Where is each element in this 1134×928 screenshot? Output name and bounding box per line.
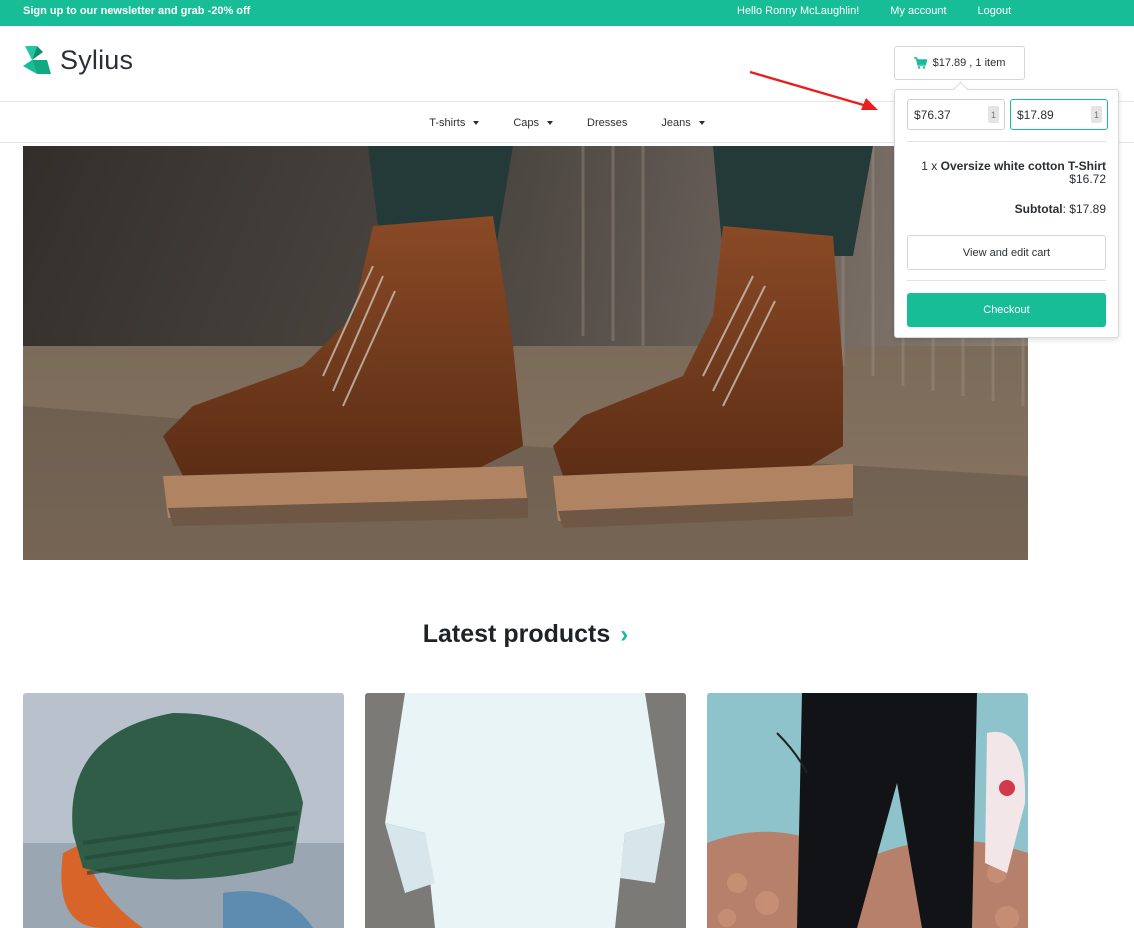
product-card[interactable] [707, 693, 1028, 928]
nav-item-label: Caps [513, 116, 540, 129]
logo-text: Sylius [60, 44, 134, 75]
item-price: $16.72 [1069, 172, 1106, 186]
price-field-active[interactable]: $17.89 1 [1010, 99, 1108, 130]
user-greeting: Hello Ronny McLaughlin! [737, 5, 860, 17]
divider [907, 141, 1106, 142]
section-title: Latest products [422, 620, 611, 648]
cart-line-item: 1 x Oversize white cotton T-Shirt $16.72 [921, 160, 1106, 186]
cart-popup: $76.37 1 $17.89 1 1 x Oversize white cot… [894, 89, 1119, 338]
product-image-jeans [707, 693, 1028, 928]
product-image-tshirt [365, 693, 686, 928]
cart-summary: $17.89 , 1 item [932, 57, 1006, 69]
subtotal-label: Subtotal [1014, 202, 1063, 216]
caret-down-icon [473, 120, 480, 125]
nav-item-label: Jeans [661, 116, 691, 129]
item-name[interactable]: Oversize white cotton T-Shirt [941, 159, 1106, 173]
subtotal-value: $17.89 [1069, 202, 1106, 216]
product-image-beanie [23, 693, 344, 928]
account-links: Hello Ronny McLaughlin! My account Logou… [737, 5, 1011, 17]
my-account-link[interactable]: My account [890, 5, 946, 17]
view-edit-cart-button[interactable]: View and edit cart [907, 235, 1106, 270]
price-value: $17.89 [1017, 107, 1054, 122]
annotation-arrow-icon [749, 70, 878, 110]
cart-subtotal: Subtotal: $17.89 [1014, 202, 1106, 216]
caret-down-icon [547, 120, 554, 125]
hero-banner-image[interactable] [23, 146, 1028, 560]
promo-bar: Sign up to our newsletter and grab -20% … [0, 0, 1134, 26]
quantity-badge: 1 [988, 106, 999, 123]
item-quantity: 1 x [921, 159, 938, 173]
nav-item-tshirts[interactable]: T-shirts [429, 116, 480, 129]
nav-item-label: Dresses [587, 116, 628, 129]
nav-item-dresses[interactable]: Dresses [587, 117, 627, 129]
nav-item-caps[interactable]: Caps [513, 116, 554, 129]
price-field[interactable]: $76.37 1 [907, 99, 1005, 130]
cart-icon [913, 57, 927, 69]
price-fields: $76.37 1 $17.89 1 [907, 99, 1108, 130]
divider [907, 280, 1106, 281]
cart-button[interactable]: $17.89 , 1 item [894, 46, 1025, 80]
newsletter-promo-text[interactable]: Sign up to our newsletter and grab -20% … [23, 5, 250, 17]
sylius-logo[interactable]: Sylius [23, 44, 133, 76]
quantity-badge: 1 [1091, 106, 1102, 123]
product-card[interactable] [365, 693, 686, 928]
checkout-button[interactable]: Checkout [907, 293, 1106, 327]
latest-products-heading[interactable]: Latest products › [0, 620, 1051, 649]
price-value: $76.37 [914, 107, 951, 122]
caret-down-icon [698, 120, 705, 125]
boots-photo [23, 146, 1028, 560]
product-card[interactable] [23, 693, 344, 928]
nav-item-jeans[interactable]: Jeans [661, 116, 705, 129]
logout-link[interactable]: Logout [978, 5, 1012, 17]
sylius-logo-icon [23, 46, 51, 74]
nav-item-label: T-shirts [429, 116, 466, 129]
chevron-right-icon: › [620, 621, 629, 648]
